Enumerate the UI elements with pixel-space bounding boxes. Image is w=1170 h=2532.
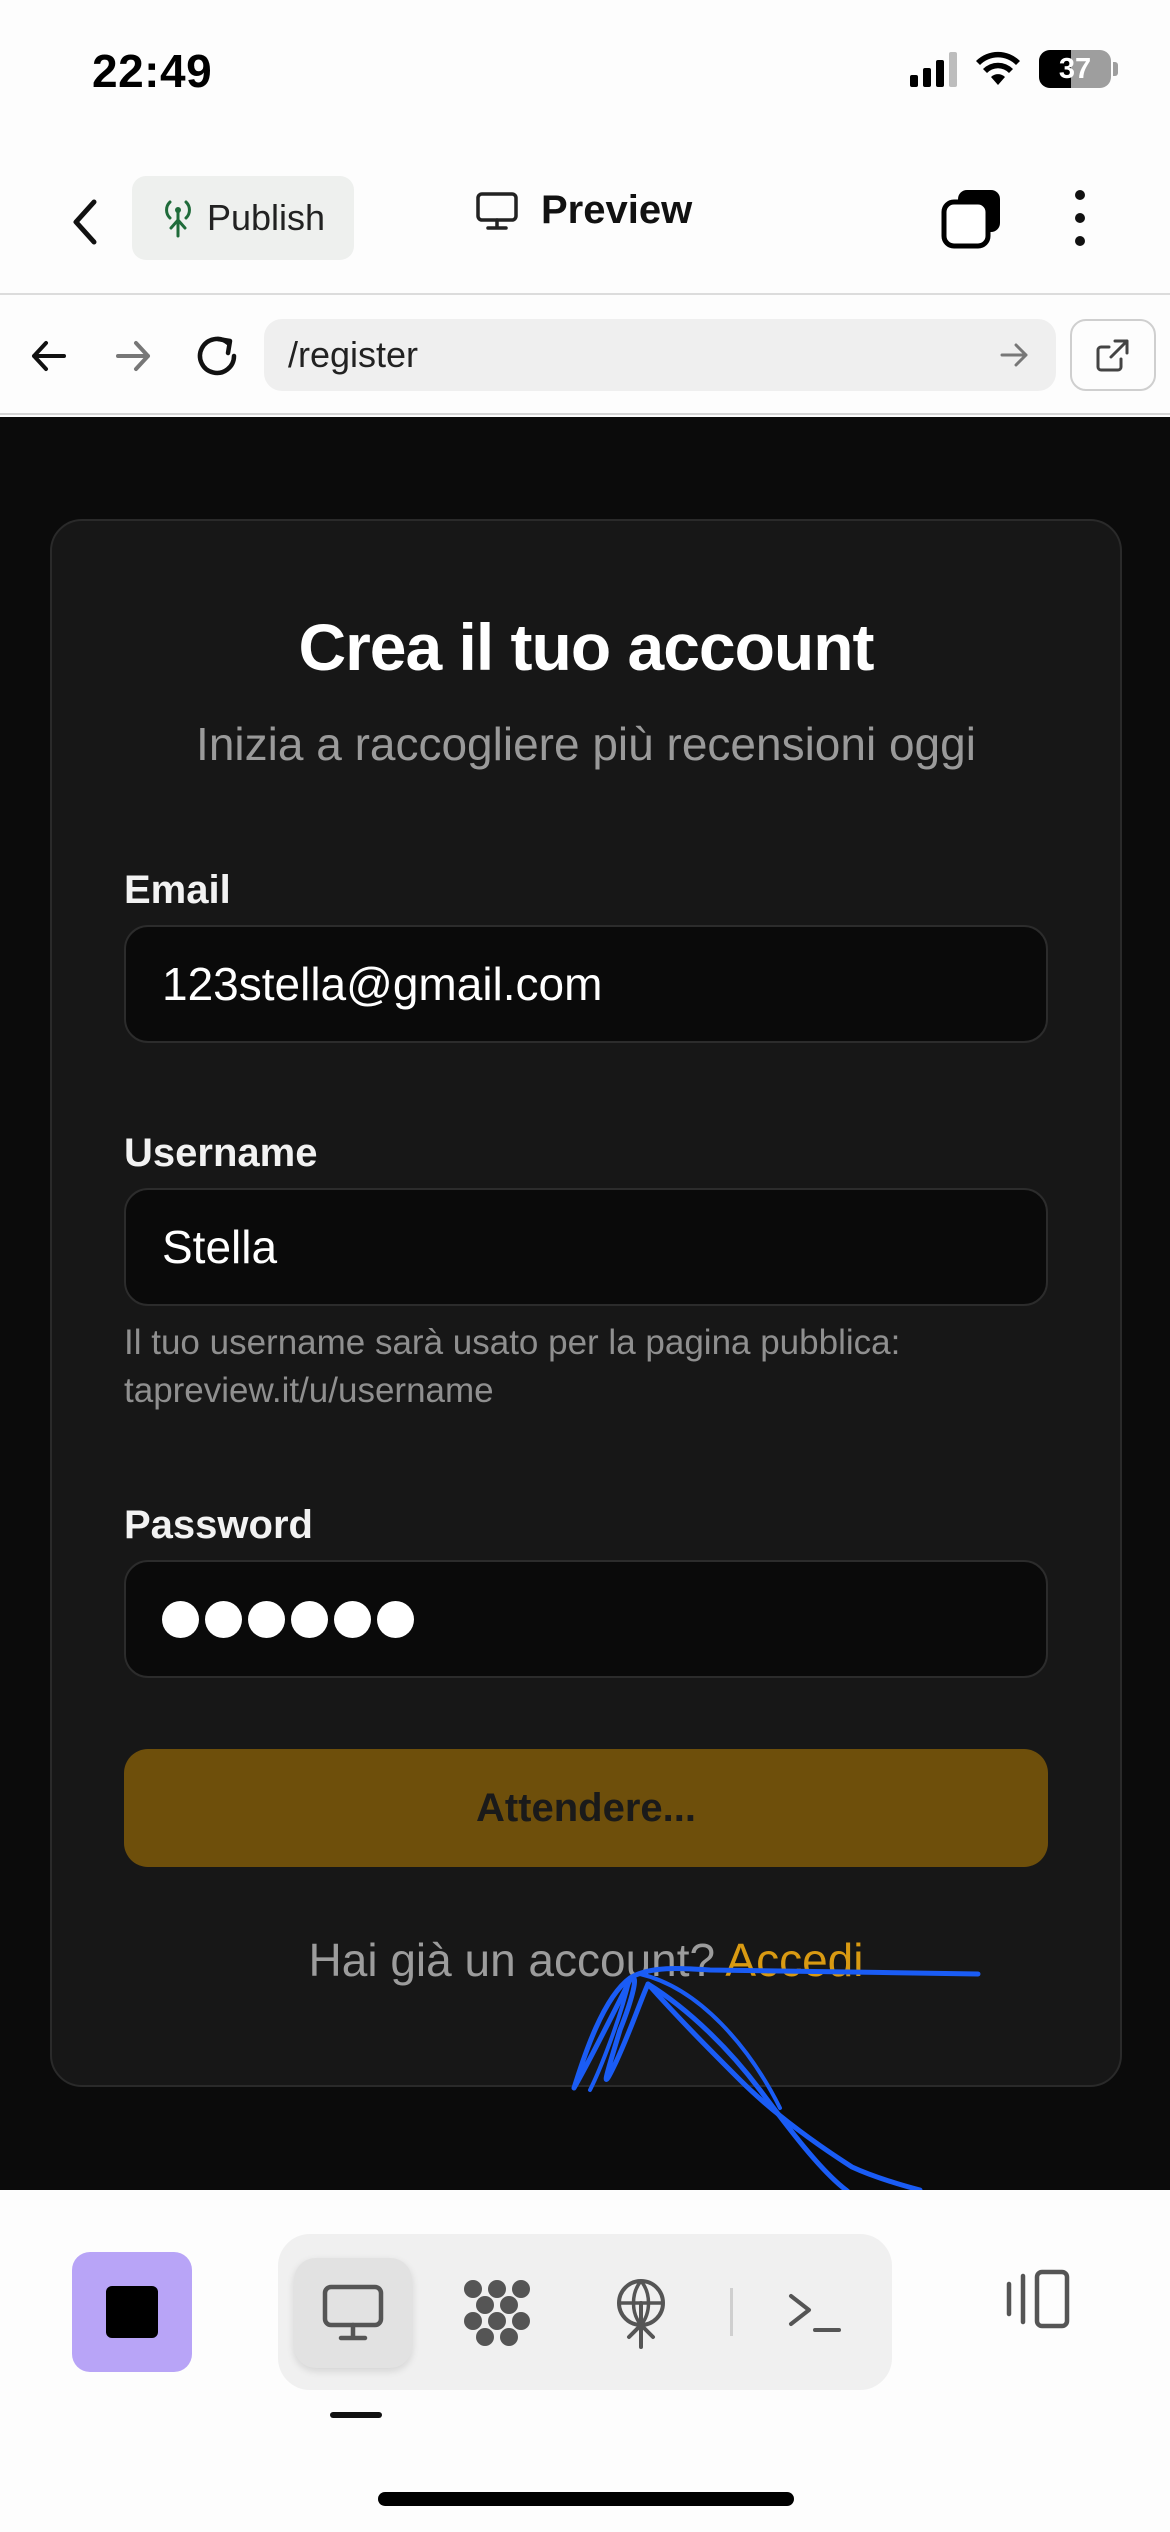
arrow-left-icon [32,341,66,371]
monitor-icon [476,191,518,230]
battery-level: 37 [1058,52,1092,85]
arrow-right-icon [116,341,150,371]
email-field[interactable]: 123stella@gmail.com [124,925,1048,1043]
password-dot [162,1600,199,1638]
password-dot [291,1600,328,1638]
stacked-squares-icon [941,190,1000,249]
active-tab-indicator [330,2412,382,2418]
grid-flower-icon [464,2280,530,2346]
wifi-icon [976,51,1020,85]
browser-forward-button[interactable] [108,331,158,381]
go-arrow-icon[interactable] [996,337,1032,373]
tab-preview[interactable] [294,2258,412,2368]
switcher-divider [730,2288,733,2336]
status-icons: 37 [910,50,1118,88]
status-time: 22:49 [92,45,213,97]
side-panel-icon [1006,2269,1070,2329]
web-preview: Crea il tuo account Inizia a raccogliere… [0,417,1170,2190]
password-dot [248,1600,285,1638]
reload-button[interactable] [190,329,244,383]
antenna-icon [165,200,191,238]
password-dot [377,1600,414,1638]
register-card: Crea il tuo account Inizia a raccogliere… [50,519,1122,2087]
antenna-icon [617,2279,665,2349]
browser-bar: /register [0,297,1170,415]
external-link-icon [1096,339,1129,372]
publish-label: Publish [206,197,326,238]
email-value: 123stella@gmail.com [162,958,603,1010]
username-field[interactable]: Stella [124,1188,1048,1306]
stop-icon [106,2286,158,2338]
login-prompt: Hai già un account? Accedi [52,1933,1120,1987]
password-dot [334,1600,371,1638]
page-title: Crea il tuo account [298,610,874,684]
battery-icon: 37 [1039,50,1118,88]
more-vertical-icon[interactable] [1060,186,1100,250]
panel-toggle-button[interactable] [992,2254,1082,2344]
publish-button[interactable]: Publish [132,176,354,260]
tab-publish[interactable] [582,2258,700,2368]
email-label: Email [124,868,231,912]
username-hint: Il tuo username sarà usato per la pagina… [124,1319,1054,1415]
status-bar: 22:49 37 [0,0,1170,150]
username-value: Stella [162,1221,278,1273]
back-button[interactable] [60,192,110,252]
password-dot [205,1600,242,1638]
open-external-button[interactable] [1070,319,1156,391]
home-indicator [378,2492,794,2506]
monitor-icon [322,2284,384,2341]
login-link[interactable]: Accedi [725,1934,863,1986]
chevron-left-icon [73,199,97,245]
url-field[interactable]: /register [264,319,1056,391]
signal-icon [910,51,957,87]
browser-back-button[interactable] [24,331,74,381]
preview-tab[interactable]: Preview [475,188,692,233]
tab-terminal[interactable] [756,2258,874,2368]
username-label: Username [124,1131,318,1175]
login-prompt-text: Hai già un account? [308,1934,716,1986]
submit-button[interactable]: Attendere... [124,1749,1048,1867]
tabs-button[interactable] [940,186,1004,250]
terminal-icon [789,2294,841,2332]
app-header: Publish Preview [0,150,1170,295]
bottom-toolbar [0,2190,1170,2532]
password-field[interactable] [124,1560,1048,1678]
view-switcher [278,2234,892,2390]
password-mask [162,1600,414,1638]
username-hint-line: Il tuo username sarà usato per la pagina… [124,1323,901,1362]
username-hint-url: tapreview.it/u/username [124,1371,494,1410]
tab-canvas[interactable] [438,2258,556,2368]
page-subtitle: Inizia a raccogliere più recensioni oggi [196,718,976,770]
password-label: Password [124,1503,313,1547]
stop-button[interactable] [72,2252,192,2372]
preview-label: Preview [541,188,693,232]
reload-icon [197,336,237,376]
url-text: /register [288,334,419,375]
